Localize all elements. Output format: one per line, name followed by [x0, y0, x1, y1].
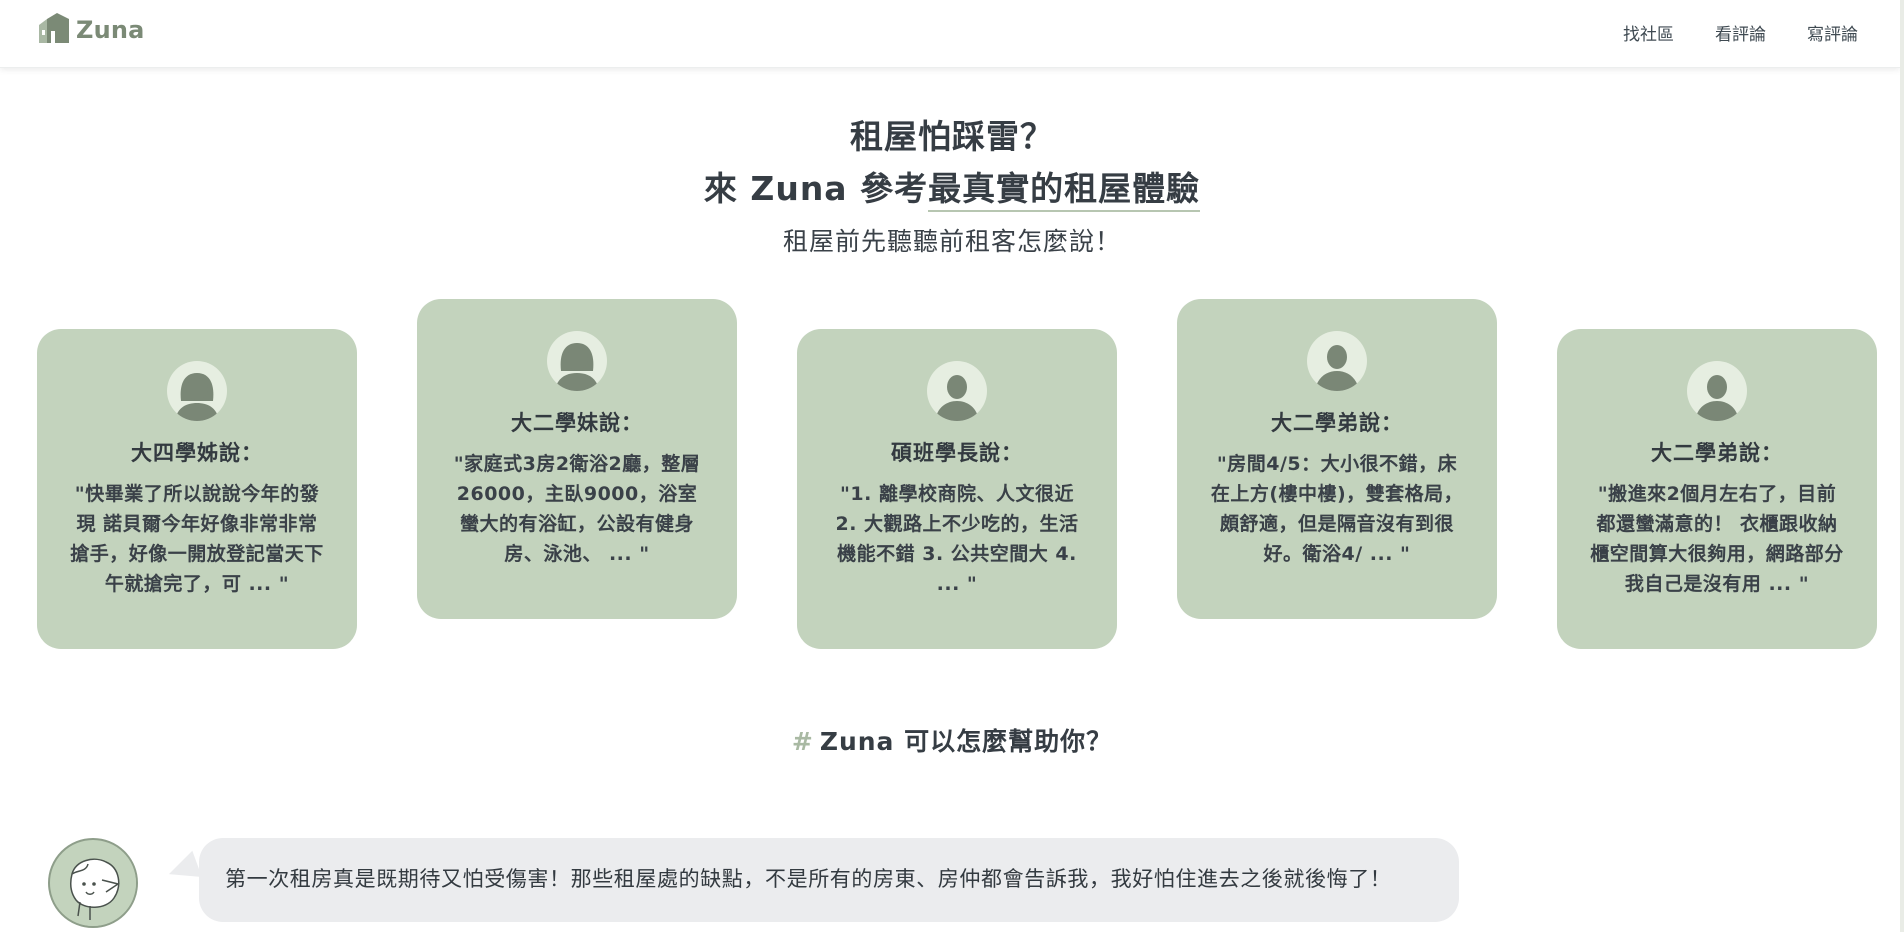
- section-title: # Zuna 可以怎麼幫助你？: [0, 722, 1904, 758]
- review-card-title: 大二學弟說：: [1271, 411, 1403, 435]
- nav-link-write-review[interactable]: 寫評論: [1807, 20, 1858, 45]
- female-avatar-icon: [167, 361, 227, 421]
- male-avatar-icon: [1307, 331, 1367, 391]
- review-card[interactable]: 碩班學長說： "1. 離學校商院、人文很近 2. 大觀路上不少吃的，生活機能不錯…: [797, 329, 1117, 649]
- logo[interactable]: Zuna: [37, 13, 145, 47]
- review-card-quote: "快畢業了所以說說今年的發現 諾貝爾今年好像非常非常搶手，好像一開放登記當天下午…: [70, 483, 324, 595]
- sketch-character-icon: [48, 838, 138, 928]
- hero-title-highlight: 最真實的租屋體驗: [928, 169, 1201, 212]
- section-title-text: Zuna 可以怎麼幫助你？: [819, 727, 1113, 756]
- review-card-title: 大四學姊說：: [131, 441, 263, 465]
- nav-link-find-community[interactable]: 找社區: [1623, 20, 1674, 45]
- house-logo-icon: [37, 13, 69, 47]
- review-card-quote: "房間4/5：大小很不錯，床在上方(樓中樓)，雙套格局，頗舒適，但是隔音沒有到很…: [1210, 453, 1464, 565]
- review-card-quote: "家庭式3房2衛浴2廳，整層26000，主臥9000，浴室蠻大的有浴缸，公設有健…: [453, 453, 701, 565]
- nav-links: 找社區 看評論 寫評論: [1582, 20, 1858, 45]
- female-avatar-icon: [547, 331, 607, 391]
- review-card-quote: "1. 離學校商院、人文很近 2. 大觀路上不少吃的，生活機能不錯 3. 公共空…: [835, 483, 1079, 595]
- nav-link-view-reviews[interactable]: 看評論: [1715, 20, 1766, 45]
- review-card[interactable]: 大四學姊說： "快畢業了所以說說今年的發現 諾貝爾今年好像非常非常搶手，好像一開…: [37, 329, 357, 649]
- review-card-title: 大二學弟說：: [1651, 441, 1783, 465]
- review-card-title: 大二學妹說：: [511, 411, 643, 435]
- male-avatar-icon: [927, 361, 987, 421]
- review-card[interactable]: 大二學弟說： "房間4/5：大小很不錯，床在上方(樓中樓)，雙套格局，頗舒適，但…: [1177, 299, 1497, 619]
- page: Zuna 找社區 看評論 寫評論 租屋怕踩雷？ 來 Zuna 參考最真實的租屋體…: [0, 0, 1904, 932]
- brand-name: Zuna: [76, 16, 145, 44]
- male-avatar-icon: [1687, 361, 1747, 421]
- scrollbar[interactable]: [1900, 0, 1904, 932]
- hero-title-line2: 來 Zuna 參考最真實的租屋體驗: [0, 162, 1904, 212]
- review-card[interactable]: 大二學妹說： "家庭式3房2衛浴2廳，整層26000，主臥9000，浴室蠻大的有…: [417, 299, 737, 619]
- hash-mark: #: [791, 727, 814, 756]
- speech-bubble: 第一次租房真是既期待又怕受傷害！那些租屋處的缺點，不是所有的房東、房仲都會告訴我…: [199, 838, 1459, 922]
- review-card-title: 碩班學長說：: [891, 441, 1023, 465]
- hero-subtitle: 租屋前先聽聽前租客怎麼說！: [782, 227, 1121, 256]
- review-card[interactable]: 大二學弟說： "搬進來2個月左右了，目前都還蠻滿意的！ 衣櫃跟收納櫃空間算大很夠…: [1557, 329, 1877, 649]
- speech-bubble-tail: [164, 850, 202, 888]
- navbar: Zuna 找社區 看評論 寫評論: [0, 0, 1900, 68]
- hero-title-prefix: 來 Zuna 參考: [703, 169, 929, 208]
- hero-title-line1: 租屋怕踩雷？: [850, 117, 1054, 156]
- review-card-quote: "搬進來2個月左右了，目前都還蠻滿意的！ 衣櫃跟收納櫃空間算大很夠用，網路部分我…: [1590, 483, 1844, 595]
